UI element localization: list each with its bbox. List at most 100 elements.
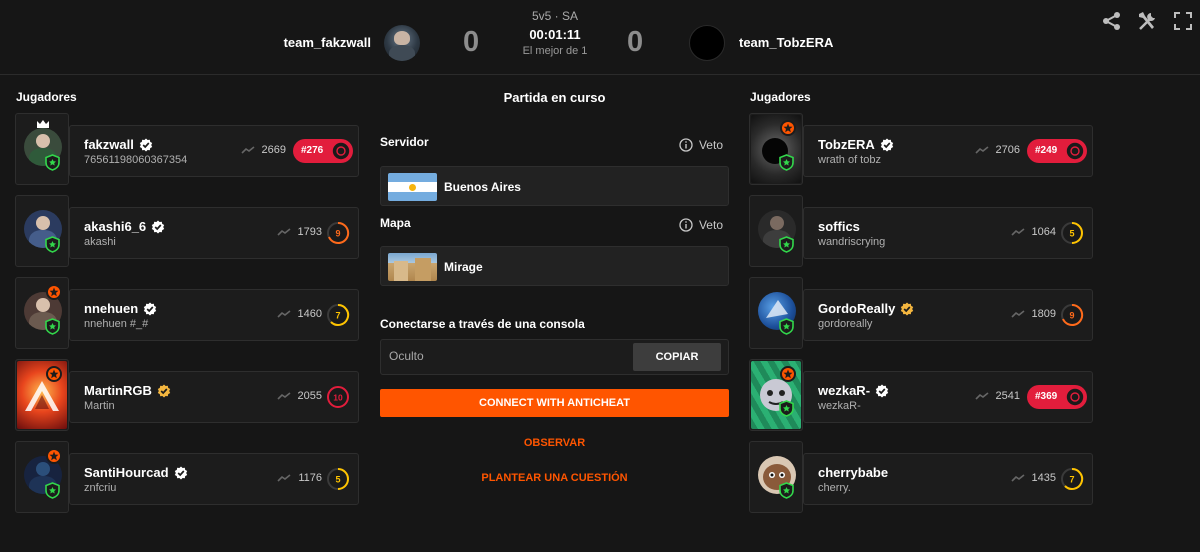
rank-level-icon (1065, 141, 1085, 161)
player-card[interactable]: akashi6_6 akashi 1793 9 (69, 207, 359, 259)
player-subtitle: wezkaR- (818, 400, 861, 412)
player-card[interactable]: soffics wandriscrying 1064 5 (803, 207, 1093, 259)
map-label: Mapa (380, 216, 411, 230)
player-card[interactable]: TobzERA wrath of tobz 2706 #249 (803, 125, 1093, 177)
share-icon[interactable] (1101, 10, 1123, 32)
rank-badge: #249 (1027, 139, 1087, 163)
player-subtitle: nnehuen #_# (84, 318, 149, 330)
player-name[interactable]: akashi6_6 (84, 219, 146, 234)
player-name[interactable]: GordoReally (818, 301, 895, 316)
veto-label: Veto (698, 218, 723, 232)
rank-level-icon (331, 141, 351, 161)
player-row[interactable]: SantiHourcad znfcriu 1176 5 (15, 441, 360, 523)
expand-icon[interactable] (1172, 10, 1194, 32)
veto-label: Veto (698, 138, 723, 152)
level-value: 5 (335, 475, 340, 485)
level-value: 7 (1069, 475, 1074, 485)
player-name[interactable]: soffics (818, 219, 860, 234)
player-name[interactable]: cherrybabe (818, 465, 888, 480)
player-card[interactable]: fakzwall 76561198060367354 2669 #276 (69, 125, 359, 177)
level-value: 5 (1069, 229, 1074, 239)
team-right-name[interactable]: team_TobzERA (739, 35, 833, 50)
elo-trend-icon (276, 310, 291, 318)
player-card[interactable]: cherrybabe cherry. 1435 7 (803, 453, 1093, 505)
level-value: 7 (335, 311, 340, 321)
elo-trend-icon (974, 392, 989, 400)
map-select[interactable]: Mirage (380, 246, 729, 286)
map-thumbnail (388, 253, 437, 281)
player-name[interactable]: nnehuen (84, 301, 138, 316)
map-veto-link[interactable]: Veto (679, 218, 723, 232)
player-name[interactable]: TobzERA (818, 137, 875, 152)
player-row[interactable]: wezkaR- wezkaR- 2541 #369 (749, 359, 1094, 441)
player-card[interactable]: nnehuen nnehuen #_# 1460 7 (69, 289, 359, 341)
console-command-input[interactable] (389, 349, 629, 363)
player-row[interactable]: TobzERA wrath of tobz 2706 #249 (749, 113, 1094, 195)
watch-button[interactable]: OBSERVAR (380, 437, 729, 449)
connect-anticheat-button[interactable]: CONNECT WITH ANTICHEAT (380, 389, 729, 417)
verified-gold-icon (157, 384, 171, 397)
shield-icon (779, 154, 794, 171)
report-issue-button[interactable]: PLANTEAR UNA CUESTIÓN (380, 472, 729, 484)
player-avatar-frame (15, 277, 69, 349)
elo-value: 1809 (1031, 308, 1056, 320)
rank-level-icon (1065, 387, 1085, 407)
rank-value: #276 (301, 145, 324, 156)
verified-icon (143, 302, 157, 315)
player-row[interactable]: cherrybabe cherry. 1435 7 (749, 441, 1094, 523)
player-card[interactable]: GordoReally gordoreally 1809 9 (803, 289, 1093, 341)
console-connect-box: COPIAR (380, 339, 729, 375)
team-right-avatar[interactable] (689, 25, 725, 61)
elo-trend-icon (276, 228, 291, 236)
player-avatar-frame (749, 441, 803, 513)
tools-icon[interactable] (1136, 10, 1158, 32)
match-info: 5v5 · SA 00:01:11 El mejor de 1 (505, 9, 605, 57)
copy-button[interactable]: COPIAR (633, 343, 721, 371)
level-value: 9 (335, 229, 340, 239)
player-card[interactable]: wezkaR- wezkaR- 2541 #369 (803, 371, 1093, 423)
player-row[interactable]: akashi6_6 akashi 1793 9 (15, 195, 360, 277)
team-left-score: 0 (463, 26, 480, 58)
player-avatar-frame (15, 441, 69, 513)
player-row[interactable]: soffics wandriscrying 1064 5 (749, 195, 1094, 277)
player-elo: 1809 (1010, 308, 1056, 320)
level-value: 10 (333, 393, 343, 403)
player-name[interactable]: MartinRGB (84, 383, 152, 398)
verified-gold-icon (901, 302, 914, 315)
player-avatar-frame (15, 195, 69, 267)
verified-icon (875, 384, 889, 397)
player-row[interactable]: GordoReally gordoreally 1809 9 (749, 277, 1094, 359)
shield-icon (45, 482, 60, 499)
player-name[interactable]: SantiHourcad (84, 465, 169, 480)
player-avatar-frame (749, 113, 803, 185)
match-timer: 00:01:11 (529, 27, 581, 42)
elo-trend-icon (240, 146, 255, 154)
team-left-avatar[interactable] (384, 25, 420, 61)
argentina-flag-icon (388, 173, 437, 201)
player-row[interactable]: MartinRGB Martin 2055 10 (15, 359, 360, 441)
rank-value: #369 (1035, 391, 1058, 402)
shield-icon (779, 400, 794, 417)
player-subtitle: gordoreally (818, 318, 873, 330)
player-row[interactable]: nnehuen nnehuen #_# 1460 7 (15, 277, 360, 359)
elo-value: 2055 (297, 390, 322, 402)
info-icon (679, 218, 693, 232)
player-elo: 2055 (276, 390, 322, 402)
elo-trend-icon (277, 474, 291, 482)
server-select[interactable]: Buenos Aires (380, 166, 729, 206)
server-veto-link[interactable]: Veto (679, 138, 723, 152)
elo-value: 1435 (1031, 472, 1056, 484)
player-name[interactable]: fakzwall (84, 137, 134, 152)
player-card[interactable]: SantiHourcad znfcriu 1176 5 (69, 453, 359, 505)
verified-icon (880, 138, 894, 151)
player-card[interactable]: MartinRGB Martin 2055 10 (69, 371, 359, 423)
map-value: Mirage (444, 260, 483, 274)
player-subtitle: znfcriu (84, 482, 117, 494)
match-status-title: Partida en curso (503, 90, 606, 105)
star-badge-icon (46, 284, 62, 300)
player-name[interactable]: wezkaR- (818, 383, 870, 398)
elo-value: 1064 (1031, 226, 1056, 238)
player-row[interactable]: fakzwall 76561198060367354 2669 #276 (15, 113, 360, 195)
team-left-name[interactable]: team_fakzwall (284, 35, 371, 50)
elo-value: 1793 (297, 226, 322, 238)
